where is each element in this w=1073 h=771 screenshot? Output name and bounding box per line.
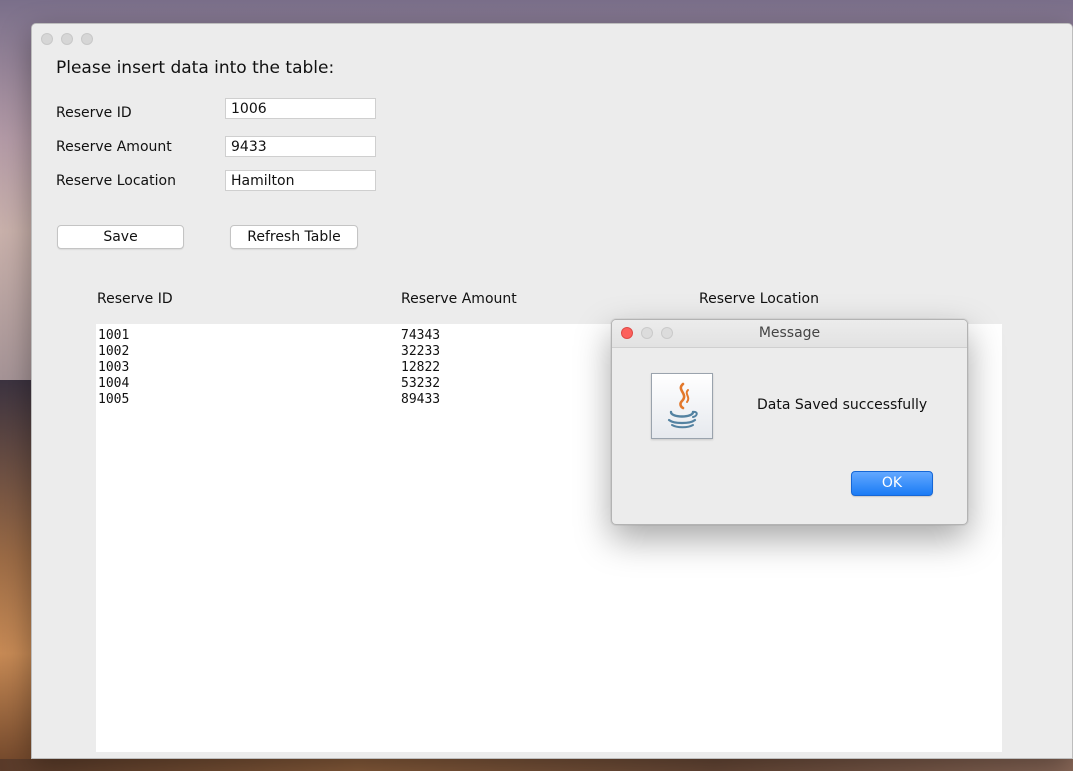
table-cell-amount: 12822 <box>401 360 441 375</box>
table-cell-id: 1002 <box>98 344 130 359</box>
table-cell-id: 1003 <box>98 360 130 375</box>
reserve-id-label: Reserve ID <box>56 105 132 121</box>
table-cell-amount: 74343 <box>401 328 441 343</box>
table-cell-amount: 53232 <box>401 376 441 391</box>
dialog-message: Data Saved successfully <box>757 397 928 413</box>
ok-button[interactable]: OK <box>851 471 933 496</box>
maximize-window-icon[interactable] <box>81 33 93 45</box>
dialog-titlebar[interactable]: Message <box>612 320 967 348</box>
window-titlebar[interactable] <box>32 24 1072 50</box>
table-cell-amount: 89433 <box>401 392 441 407</box>
reserve-location-label: Reserve Location <box>56 173 176 189</box>
minimize-window-icon[interactable] <box>61 33 73 45</box>
table-cell-id: 1001 <box>98 328 130 343</box>
save-button[interactable]: Save <box>57 225 184 249</box>
column-header-reserve-location[interactable]: Reserve Location <box>699 291 819 307</box>
reserve-location-field[interactable] <box>225 170 376 191</box>
reserve-id-field[interactable] <box>225 98 376 119</box>
close-window-icon[interactable] <box>41 33 53 45</box>
form-heading: Please insert data into the table: <box>56 58 335 78</box>
desktop-wallpaper-strip <box>0 759 1073 771</box>
column-header-reserve-amount[interactable]: Reserve Amount <box>401 291 517 307</box>
column-header-reserve-id[interactable]: Reserve ID <box>97 291 173 307</box>
java-icon <box>651 373 713 439</box>
reserve-amount-field[interactable] <box>225 136 376 157</box>
message-dialog: Message Data Saved successfully OK <box>611 319 968 525</box>
table-cell-amount: 32233 <box>401 344 441 359</box>
reserve-amount-label: Reserve Amount <box>56 139 172 155</box>
dialog-title: Message <box>758 325 821 341</box>
table-cell-id: 1004 <box>98 376 130 391</box>
table-cell-id: 1005 <box>98 392 130 407</box>
refresh-table-button[interactable]: Refresh Table <box>230 225 358 249</box>
